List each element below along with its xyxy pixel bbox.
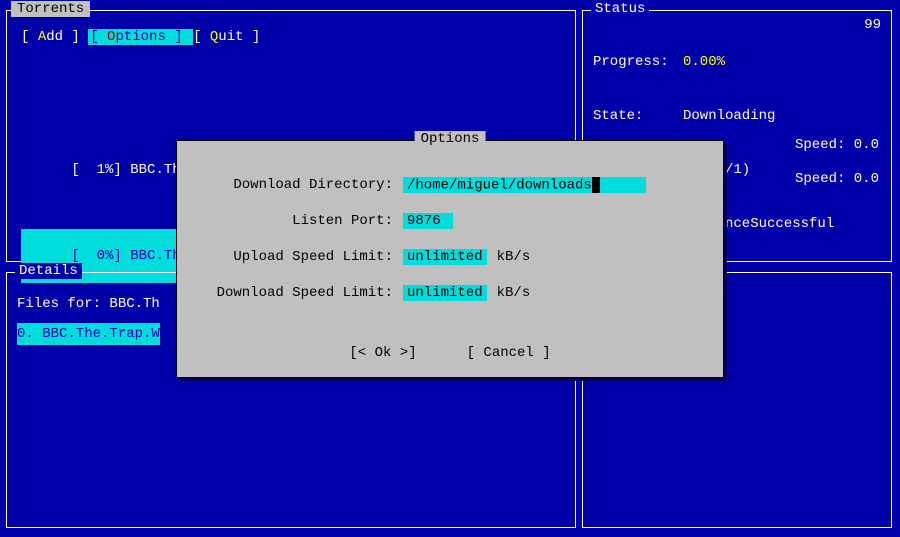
add-button[interactable]: [ Add ]	[21, 29, 88, 45]
torrents-tab[interactable]: Torrents	[11, 1, 90, 17]
status-title: Status	[591, 1, 649, 17]
download-limit-row: Download Speed Limit: unlimited kB/s	[215, 283, 693, 303]
listen-port-field[interactable]: 9876	[403, 213, 453, 229]
details-files-for: Files for: BBC.Th	[17, 293, 160, 315]
options-button[interactable]: [ Options ]	[88, 29, 193, 45]
download-limit-unit: kB/s	[487, 285, 531, 301]
progress-label: Progress:	[593, 53, 683, 71]
dialog-buttons: [< Ok >] [ Cancel ]	[177, 345, 723, 361]
ok-button[interactable]: [< Ok >]	[345, 345, 429, 361]
options-rest: ptions ]	[115, 29, 182, 45]
ok-hotkey: O	[375, 345, 383, 361]
menu-row: [ Add ] [ Options ] [ Quit ]	[21, 29, 260, 45]
add-rest: dd ]	[46, 29, 80, 45]
quit-button[interactable]: [ Quit ]	[193, 29, 260, 45]
speed-1: Speed: 0.0	[795, 137, 879, 153]
cancel-button[interactable]: [ Cancel ]	[463, 345, 555, 361]
options-dialog: Options Download Directory: /home/miguel…	[176, 140, 724, 378]
upload-limit-unit: kB/s	[487, 249, 531, 265]
status-right-number: 99	[864, 17, 881, 33]
ok-rest: k >]	[383, 345, 417, 361]
progress-value: 0.00%	[683, 54, 725, 70]
details-title: Details	[15, 263, 82, 279]
state-label: State:	[593, 107, 683, 125]
cancel-rest: ancel ]	[492, 345, 551, 361]
details-selected-file[interactable]: 0. BBC.The.Trap.W	[17, 323, 160, 345]
download-dir-value: /home/miguel/downloads	[407, 177, 592, 193]
download-dir-field[interactable]: /home/miguel/downloads	[403, 177, 646, 194]
download-limit-label: Download Speed Limit:	[215, 285, 403, 301]
listen-port-row: Listen Port: 9876	[215, 211, 693, 231]
upload-limit-field[interactable]: unlimited	[403, 249, 487, 265]
cancel-hotkey: C	[483, 345, 491, 361]
upload-limit-row: Upload Speed Limit: unlimited kB/s	[215, 247, 693, 267]
options-dialog-title: Options	[415, 131, 486, 147]
quit-rest: uit ]	[218, 29, 260, 45]
bracket: [	[467, 345, 484, 361]
upload-limit-label: Upload Speed Limit:	[215, 249, 403, 265]
bracket: [	[21, 29, 38, 45]
bracket: [	[193, 29, 210, 45]
bracket: [<	[349, 345, 374, 361]
torrent-pct: [ 1%]	[71, 162, 121, 178]
download-dir-row: Download Directory: /home/miguel/downloa…	[215, 175, 693, 195]
speed-2: Speed: 0.0	[795, 171, 879, 187]
cursor-icon	[592, 177, 600, 193]
torrent-pct: [ 0%]	[71, 248, 121, 264]
download-dir-label: Download Directory:	[215, 177, 403, 193]
download-limit-field[interactable]: unlimited	[403, 285, 487, 301]
add-hotkey: A	[38, 29, 46, 45]
state-value: Downloading	[683, 108, 775, 124]
listen-port-label: Listen Port:	[215, 213, 403, 229]
bracket: [	[90, 29, 107, 45]
